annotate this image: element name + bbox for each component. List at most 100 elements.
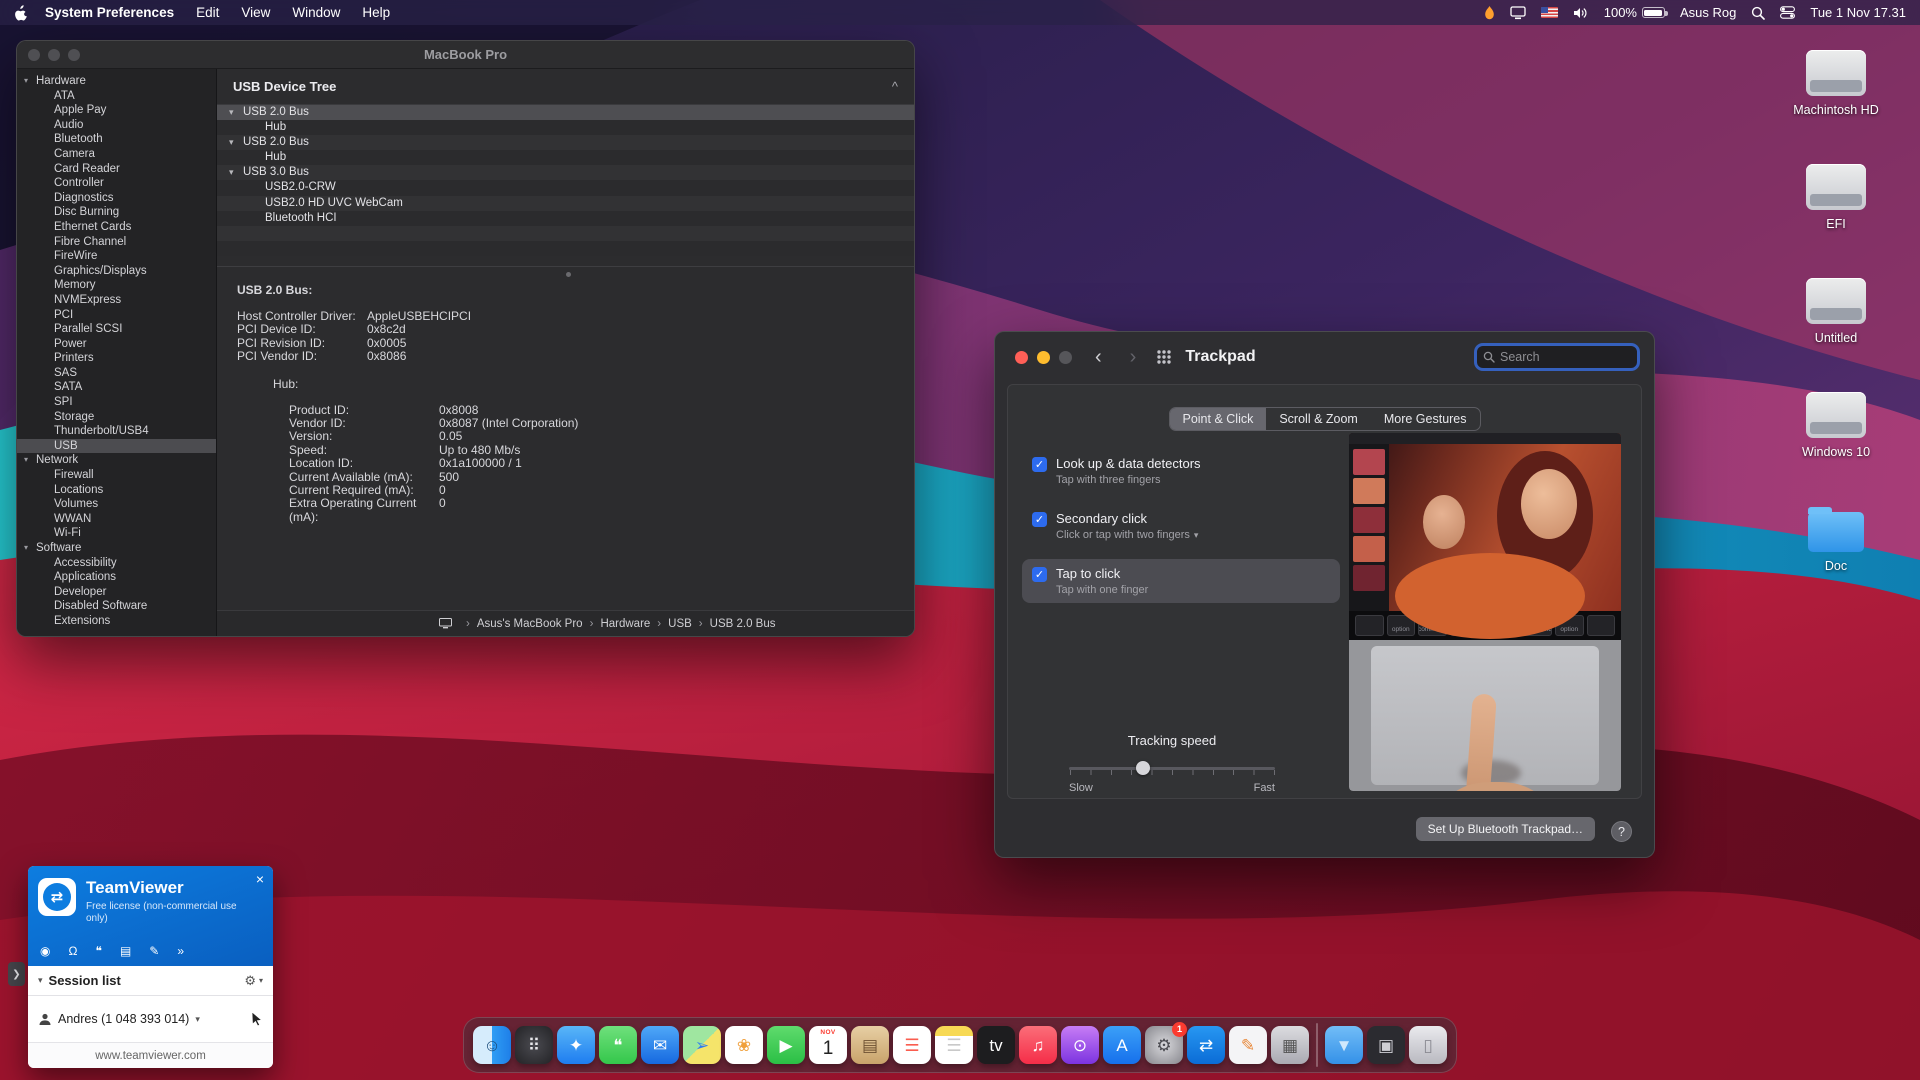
dock-icon-music[interactable]: ♫ xyxy=(1019,1026,1057,1064)
sidebar-item[interactable]: Ethernet Cards xyxy=(17,220,216,235)
sidebar-item[interactable]: Storage xyxy=(17,410,216,425)
dock-icon-teamviewer[interactable]: ⇄ xyxy=(1187,1026,1225,1064)
tab[interactable]: More Gestures xyxy=(1371,408,1480,430)
session-list-bar[interactable]: ▾ Session list ⚙ ▾ xyxy=(28,966,273,996)
desktop-icon-untitled[interactable]: Untitled xyxy=(1805,276,1867,345)
sidebar-item[interactable]: Firewall xyxy=(17,468,216,483)
device-tree-row[interactable]: ▾ USB 2.0 Bus xyxy=(217,105,914,120)
device-tree-row[interactable]: ▾ USB2.0-CRW xyxy=(217,180,914,195)
tab[interactable]: Scroll & Zoom xyxy=(1266,408,1371,430)
menu-item[interactable]: Help xyxy=(362,5,390,20)
disclosure-triangle-icon[interactable]: ▾ xyxy=(229,105,243,120)
desktop-icon-efi[interactable]: EFI xyxy=(1805,162,1867,231)
sidebar-item[interactable]: SATA xyxy=(17,380,216,395)
device-tree-row[interactable]: ▾ xyxy=(217,241,914,256)
sidebar-item[interactable]: Audio xyxy=(17,118,216,133)
checkbox[interactable] xyxy=(1032,512,1047,527)
sidebar-item[interactable]: PCI xyxy=(17,308,216,323)
collapse-chevron-icon[interactable]: ^ xyxy=(892,79,898,94)
sidebar-item[interactable]: Thunderbolt/USB4 xyxy=(17,424,216,439)
sidebar-item[interactable]: FireWire xyxy=(17,249,216,264)
menu-clock[interactable]: Tue 1 Nov 17.31 xyxy=(1810,5,1906,20)
display-status-icon[interactable] xyxy=(1510,6,1526,20)
menu-item[interactable]: View xyxy=(241,5,270,20)
sidebar-item[interactable]: NVMExpress xyxy=(17,293,216,308)
dock-icon-pages[interactable]: ✎ xyxy=(1229,1026,1267,1064)
device-tree-row[interactable]: ▾ xyxy=(217,226,914,241)
device-tree-row[interactable]: ▾ USB2.0 HD UVC WebCam xyxy=(217,196,914,211)
device-tree-row[interactable]: ▾ USB 2.0 Bus xyxy=(217,135,914,150)
search-field[interactable] xyxy=(1474,343,1640,371)
volume-icon[interactable] xyxy=(1573,7,1589,19)
sidebar-item[interactable]: SPI xyxy=(17,395,216,410)
device-tree-row[interactable]: ▾ Hub xyxy=(217,150,914,165)
help-button[interactable]: ? xyxy=(1611,821,1632,842)
sidebar-item[interactable]: Disabled Software xyxy=(17,599,216,614)
dock-icon-reminders[interactable]: ☰ xyxy=(893,1026,931,1064)
sidebar-item[interactable]: Network xyxy=(17,453,216,468)
sidebar-item[interactable]: Developer xyxy=(17,585,216,600)
sidebar-item[interactable]: Diagnostics xyxy=(17,191,216,206)
dock-icon-system-preferences[interactable]: ⚙ 1 xyxy=(1145,1026,1183,1064)
chat-icon[interactable]: ❝ xyxy=(95,944,101,958)
desktop-icon-doc[interactable]: Doc xyxy=(1805,504,1867,573)
tab[interactable]: Point & Click xyxy=(1169,408,1266,430)
teamviewer-footer-link[interactable]: www.teamviewer.com xyxy=(28,1042,273,1068)
gesture-option-row[interactable]: Secondary click Click or tap with two fi… xyxy=(1022,504,1340,548)
pane-splitter[interactable] xyxy=(217,257,914,267)
dock-icon-maps[interactable]: ➢ xyxy=(683,1026,721,1064)
clipboard-icon[interactable]: ▤ xyxy=(120,944,131,958)
sidebar-item[interactable]: Apple Pay xyxy=(17,103,216,118)
menu-item[interactable]: Window xyxy=(292,5,340,20)
desktop-icon-machintosh-hd[interactable]: Machintosh HD xyxy=(1793,48,1878,117)
teamviewer-collapse-tab[interactable]: ❯ xyxy=(8,962,25,986)
gear-icon[interactable]: ⚙ xyxy=(244,973,256,989)
sidebar-item[interactable]: Graphics/Displays xyxy=(17,264,216,279)
sidebar-item[interactable]: Volumes xyxy=(17,497,216,512)
dock-icon-photos[interactable]: ❀ xyxy=(725,1026,763,1064)
sidebar-item[interactable]: Fibre Channel xyxy=(17,235,216,250)
whiteboard-icon[interactable]: ✎ xyxy=(149,944,159,958)
breadcrumb-item[interactable]: Asus's MacBook Pro xyxy=(459,618,583,630)
dock-icon-tv[interactable]: tv xyxy=(977,1026,1015,1064)
dock-icon-podcasts[interactable]: ⊙ xyxy=(1061,1026,1099,1064)
sidebar-item[interactable]: Locations xyxy=(17,483,216,498)
device-tree-row[interactable]: ▾ Bluetooth HCI xyxy=(217,211,914,226)
sidebar-item[interactable]: Controller xyxy=(17,176,216,191)
dock-icon-contacts[interactable]: ▤ xyxy=(851,1026,889,1064)
dock-icon-screen-capture[interactable]: ▣ xyxy=(1367,1026,1405,1064)
sidebar-item[interactable]: Disc Burning xyxy=(17,205,216,220)
disclosure-triangle-icon[interactable]: ▾ xyxy=(229,165,243,180)
dock-icon-trash[interactable]: ▯ xyxy=(1409,1026,1447,1064)
sidebar-item[interactable]: Hardware xyxy=(17,74,216,89)
dock-icon-downloads-folder[interactable]: ▼ xyxy=(1325,1026,1363,1064)
minimize-button[interactable] xyxy=(1037,351,1050,364)
chevron-down-icon[interactable] xyxy=(1190,529,1199,541)
headset-icon[interactable]: Ω xyxy=(68,944,77,958)
dock-icon-safari[interactable]: ✦ xyxy=(557,1026,595,1064)
forward-button[interactable]: › xyxy=(1130,347,1137,367)
spotlight-search-icon[interactable] xyxy=(1751,6,1765,20)
close-button[interactable] xyxy=(1015,351,1028,364)
sidebar-item[interactable]: Power xyxy=(17,337,216,352)
show-all-grid-icon[interactable] xyxy=(1156,349,1172,365)
gesture-option-row[interactable]: Tap to click Tap with one finger xyxy=(1022,559,1340,603)
sidebar-item[interactable]: Bluetooth xyxy=(17,132,216,147)
sidebar-item[interactable]: Applications xyxy=(17,570,216,585)
device-name[interactable]: Asus Rog xyxy=(1680,5,1736,20)
sidebar-item[interactable]: Parallel SCSI xyxy=(17,322,216,337)
sidebar-item[interactable]: ATA xyxy=(17,89,216,104)
us-flag-input-icon[interactable] xyxy=(1541,7,1558,18)
dock-icon-launchpad[interactable]: ⠿ xyxy=(515,1026,553,1064)
device-tree-row[interactable]: ▾ Hub xyxy=(217,120,914,135)
video-call-icon[interactable]: ◉ xyxy=(40,944,50,958)
partner-row[interactable]: Andres (1 048 393 014) ▾ xyxy=(28,996,273,1042)
sidebar-item[interactable]: SAS xyxy=(17,366,216,381)
setup-bluetooth-trackpad-button[interactable]: Set Up Bluetooth Trackpad… xyxy=(1416,817,1595,841)
sidebar-item[interactable]: Camera xyxy=(17,147,216,162)
sidebar-item[interactable]: Card Reader xyxy=(17,162,216,177)
back-button[interactable]: ‹ xyxy=(1095,347,1102,367)
battery-status[interactable]: 100% xyxy=(1604,5,1665,20)
menu-item[interactable]: Edit xyxy=(196,5,219,20)
sidebar-item[interactable]: Printers xyxy=(17,351,216,366)
